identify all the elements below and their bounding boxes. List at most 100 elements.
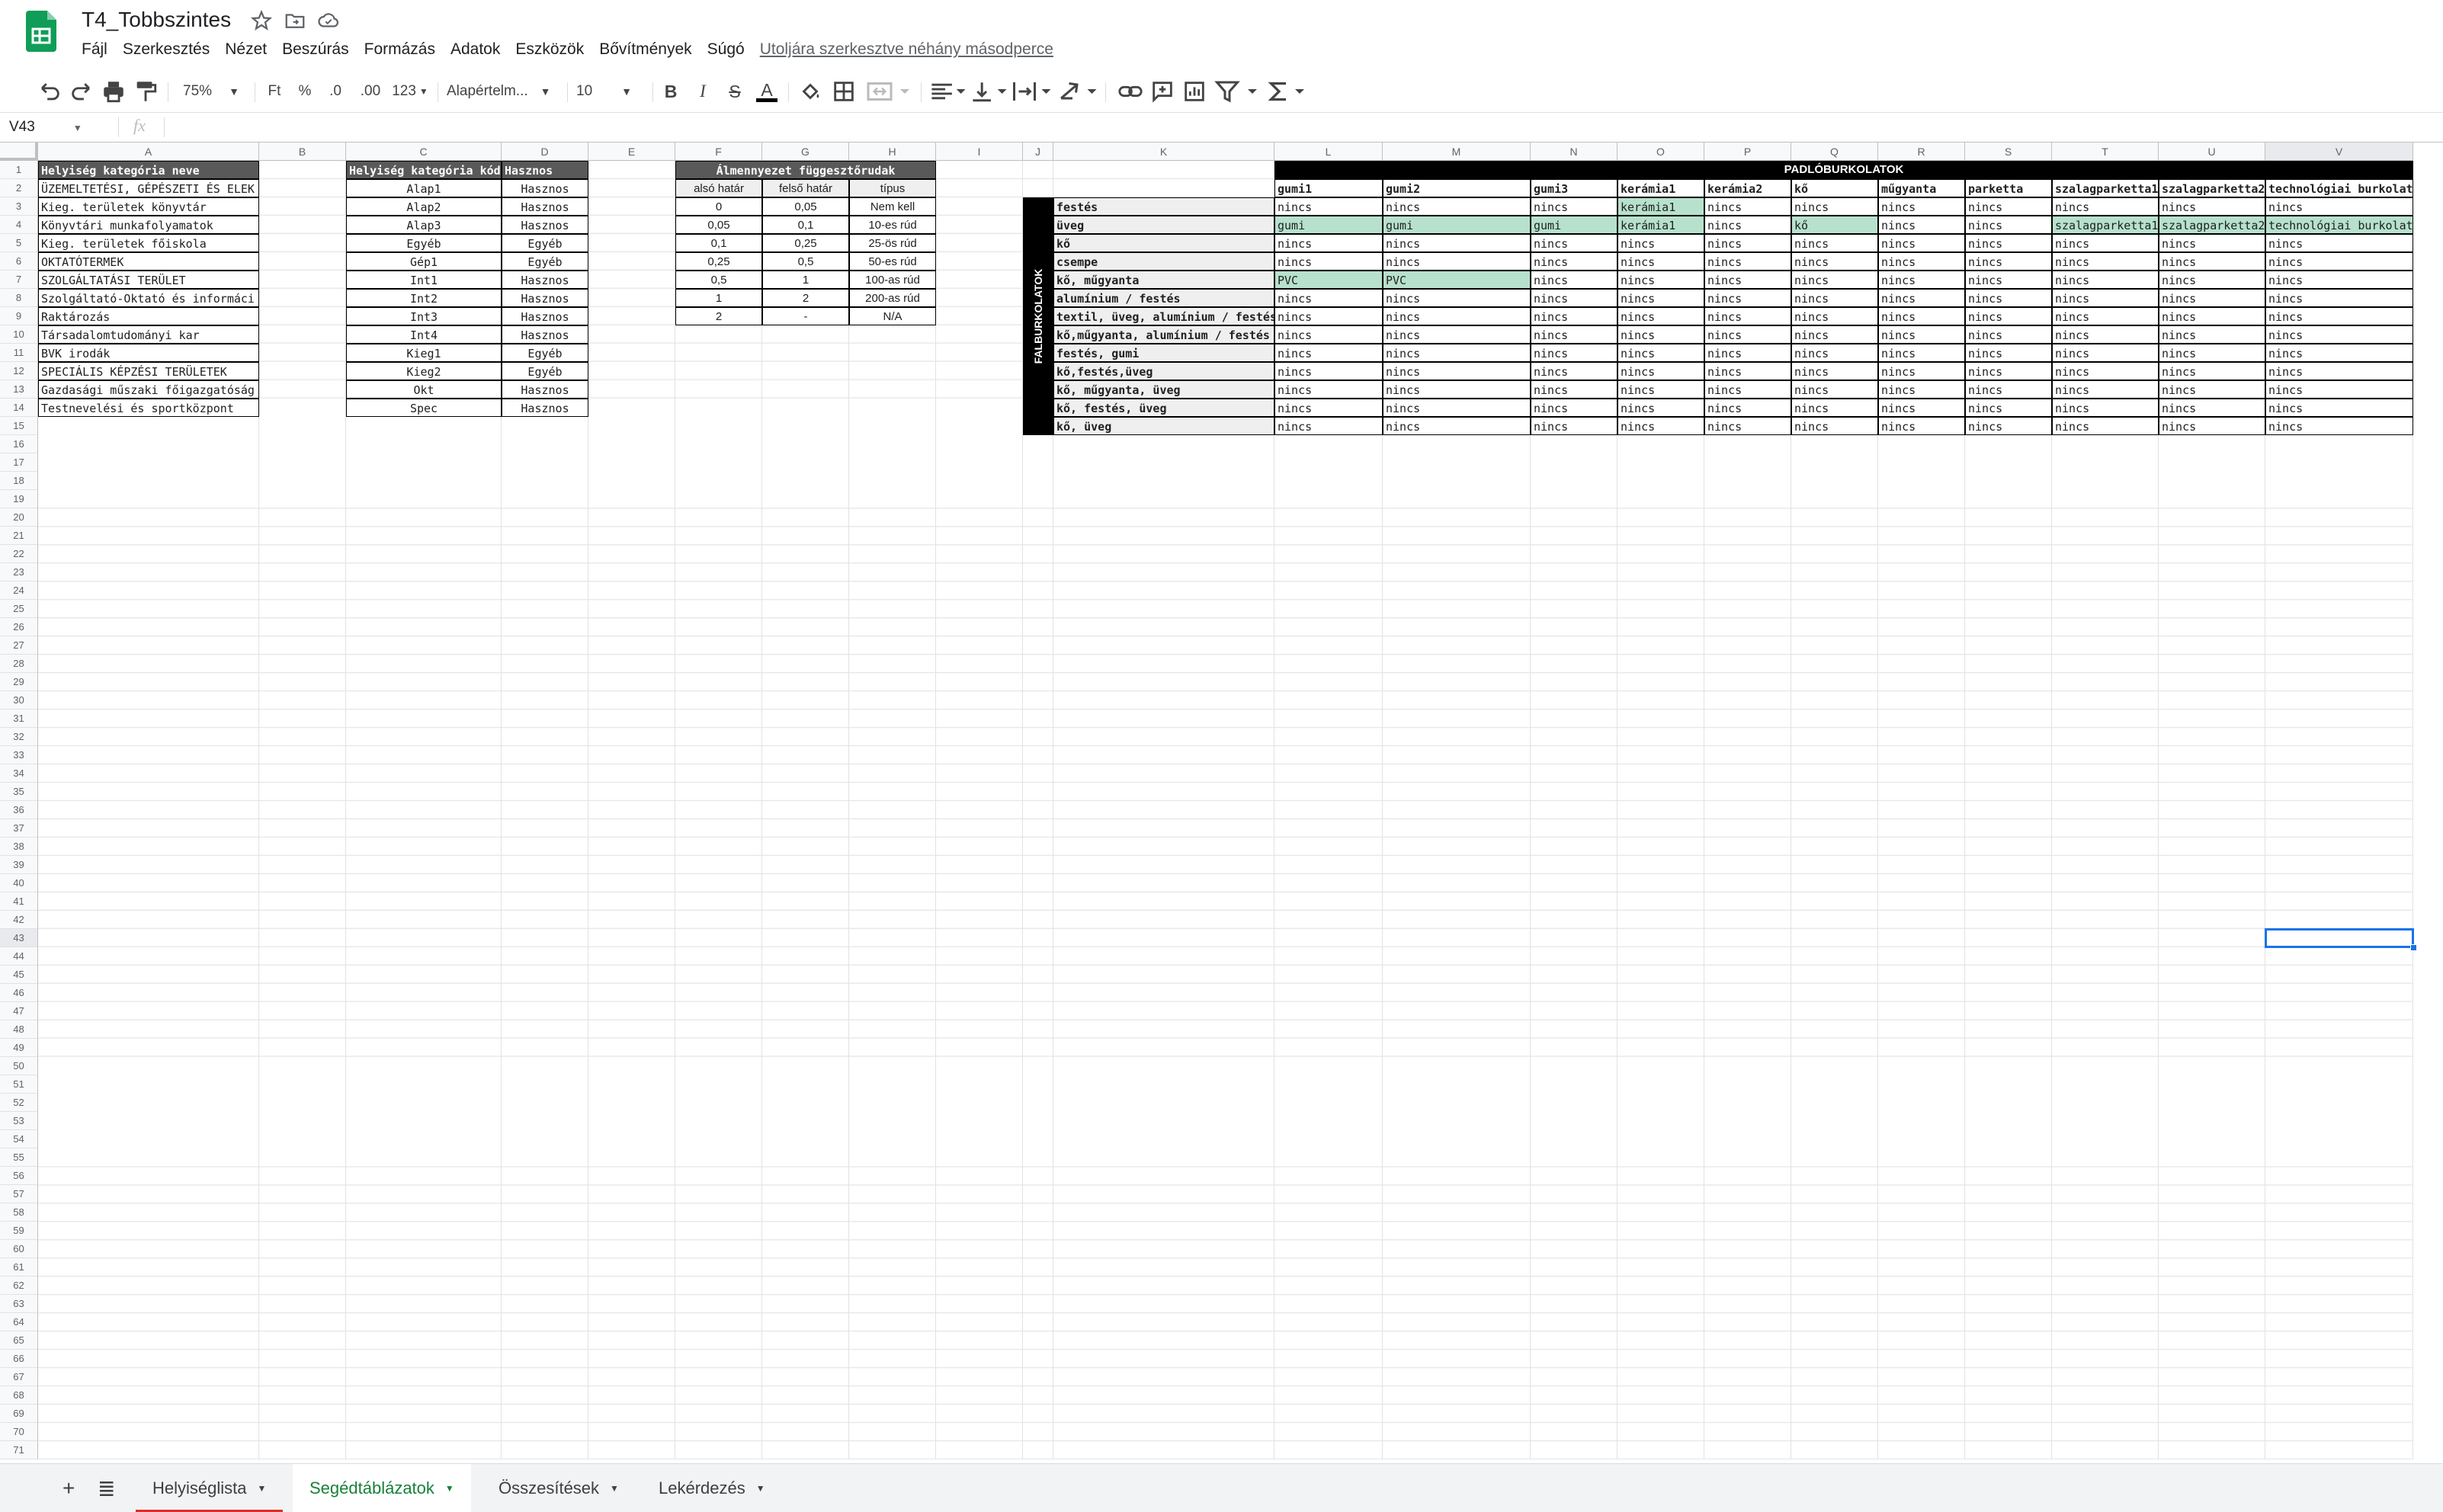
row-header[interactable]: 9 [0,307,38,325]
menu-insert[interactable]: Beszúrás [282,40,349,59]
row-header[interactable]: 57 [0,1185,38,1203]
category-table-cell[interactable]: ÜZEMELTETÉSI, GÉPÉSZETI ÉS ELEK [38,179,259,197]
row-header[interactable]: 59 [0,1222,38,1240]
row-header[interactable]: 25 [0,600,38,618]
cladding-cell[interactable]: nincs [2159,362,2265,380]
cladding-cell[interactable]: kerámia1 [1617,197,1704,216]
cladding-cell[interactable]: PVC [1383,271,1531,289]
name-box[interactable]: V43 ▼ [9,119,82,136]
cladding-cell[interactable]: nincs [2159,252,2265,271]
cladding-cell[interactable]: PVC [1274,271,1383,289]
row-header[interactable]: 40 [0,874,38,892]
category-table-cell[interactable]: Egyéb [502,234,588,252]
cladding-cell[interactable]: nincs [1878,234,1965,252]
last-edit-link[interactable]: Utoljára szerkesztve néhány másodperce [760,40,1053,59]
cladding-cell[interactable]: nincs [1531,325,1617,344]
category-table-cell[interactable]: Kieg1 [346,344,502,362]
cladding-cell[interactable]: nincs [1965,325,2052,344]
row-header[interactable]: 6 [0,252,38,271]
cladding-cell[interactable]: nincs [1383,344,1531,362]
ceiling-table-cell[interactable]: 0 [675,197,762,216]
ceiling-table-cell[interactable]: N/A [849,307,936,325]
row-header[interactable]: 46 [0,984,38,1002]
merge-cells-icon[interactable] [866,72,912,111]
cladding-cell[interactable]: nincs [1878,399,1965,417]
cladding-cell[interactable]: nincs [2265,399,2413,417]
print-icon[interactable] [101,72,127,111]
category-table-cell[interactable]: Hasznos [502,271,588,289]
row-header[interactable]: 28 [0,655,38,673]
format-percent-button[interactable]: % [291,72,319,111]
row-header[interactable]: 53 [0,1112,38,1130]
cladding-cell[interactable]: nincs [1965,197,2052,216]
cladding-cell[interactable]: nincs [1617,380,1704,399]
cladding-cell[interactable]: nincs [2052,417,2159,435]
cladding-cell[interactable]: nincs [1791,252,1878,271]
cladding-cell[interactable]: nincs [1791,325,1878,344]
category-table-cell[interactable]: Spec [346,399,502,417]
cladding-cell[interactable]: nincs [1704,197,1791,216]
insert-link-icon[interactable] [1117,72,1143,111]
cladding-cell[interactable]: nincs [2265,252,2413,271]
category-table-cell[interactable]: Társadalomtudományi kar [38,325,259,344]
cladding-cell[interactable]: nincs [1274,399,1383,417]
row-header[interactable]: 38 [0,838,38,856]
row-header[interactable]: 37 [0,819,38,838]
cladding-cell[interactable]: nincs [1878,380,1965,399]
cladding-cell[interactable]: nincs [1617,271,1704,289]
column-header[interactable]: C [346,143,502,161]
cladding-cell[interactable]: nincs [2159,197,2265,216]
text-color-button[interactable]: A [753,72,781,111]
menu-edit[interactable]: Szerkesztés [123,40,210,59]
cladding-cell[interactable]: nincs [2265,362,2413,380]
cladding-cell[interactable]: nincs [1878,271,1965,289]
cladding-cell[interactable]: nincs [1383,417,1531,435]
cladding-cell[interactable]: nincs [1704,234,1791,252]
cladding-cell[interactable]: nincs [1617,307,1704,325]
font-family-select[interactable]: Alapértelm... ▼ [447,72,558,111]
column-header[interactable]: I [936,143,1023,161]
cladding-cell[interactable]: nincs [1274,380,1383,399]
cladding-cell[interactable]: nincs [2052,362,2159,380]
row-header[interactable]: 3 [0,197,38,216]
ceiling-table-cell[interactable]: 0,5 [762,252,849,271]
ceiling-table-cell[interactable]: 0,1 [675,234,762,252]
cladding-cell[interactable]: nincs [2159,325,2265,344]
category-table-cell[interactable]: Hasznos [502,307,588,325]
horizontal-align-icon[interactable] [928,72,967,111]
cladding-cell[interactable]: nincs [2159,417,2265,435]
category-table-cell[interactable]: Int3 [346,307,502,325]
row-header[interactable]: 13 [0,380,38,399]
cladding-cell[interactable]: nincs [1965,417,2052,435]
cladding-cell[interactable]: nincs [1791,362,1878,380]
text-rotation-icon[interactable] [1056,72,1098,111]
cladding-cell[interactable]: nincs [1965,252,2052,271]
row-header[interactable]: 12 [0,362,38,380]
cladding-cell[interactable]: nincs [1704,399,1791,417]
cladding-cell[interactable]: nincs [1704,362,1791,380]
cladding-cell[interactable]: nincs [1383,307,1531,325]
cladding-cell[interactable]: nincs [2052,344,2159,362]
zoom-select[interactable]: 75% ▼ [177,72,245,111]
category-table-cell[interactable]: Kieg. területek könyvtár [38,197,259,216]
row-header[interactable]: 51 [0,1075,38,1094]
row-header[interactable]: 30 [0,691,38,710]
text-wrapping-icon[interactable] [1011,72,1052,111]
category-table-cell[interactable]: Int4 [346,325,502,344]
category-table-cell[interactable]: Raktározás [38,307,259,325]
vertical-align-icon[interactable] [970,72,1008,111]
column-header[interactable]: B [259,143,346,161]
column-header[interactable]: J [1023,143,1053,161]
cladding-cell[interactable]: nincs [1704,271,1791,289]
cladding-cell[interactable]: nincs [1617,252,1704,271]
cladding-cell[interactable]: nincs [1965,380,2052,399]
cladding-cell[interactable]: nincs [1274,325,1383,344]
cladding-cell[interactable]: nincs [1531,252,1617,271]
spreadsheet-grid[interactable]: A B C D E F G H I J K L M N O P Q R S T U V 1 2 3 4 5 6 7 8 9 10 11 12 13 1… [0,143,2443,1460]
cladding-cell[interactable]: nincs [1704,289,1791,307]
cladding-cell[interactable]: nincs [2159,271,2265,289]
cladding-cell[interactable]: kő [1791,216,1878,234]
cladding-cell[interactable]: nincs [1965,307,2052,325]
row-header[interactable]: 41 [0,892,38,911]
select-all-corner[interactable] [0,143,38,161]
